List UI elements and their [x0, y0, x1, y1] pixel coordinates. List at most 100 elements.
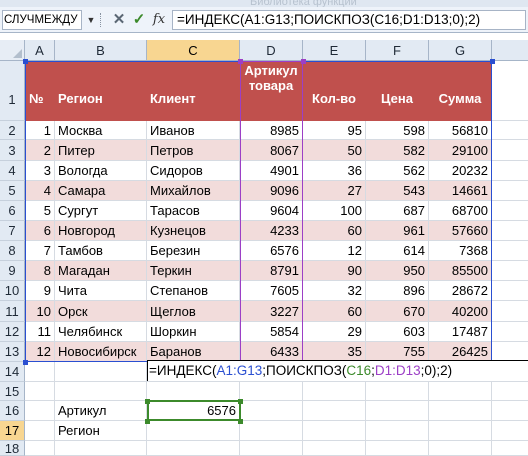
cell[interactable]: [429, 401, 492, 421]
cell[interactable]: [429, 382, 492, 401]
cell[interactable]: [25, 362, 55, 382]
header-region[interactable]: Регион: [55, 61, 147, 121]
table-cell-d9[interactable]: 8791: [240, 261, 303, 281]
cell[interactable]: [303, 382, 366, 401]
table-cell-a9[interactable]: 8: [25, 261, 55, 281]
table-cell-d5[interactable]: 9096: [240, 181, 303, 201]
table-cell-b7[interactable]: Новгород: [55, 221, 147, 241]
table-cell-e10[interactable]: 32: [303, 281, 366, 301]
table-cell-c6[interactable]: Тарасов: [147, 201, 240, 221]
cell[interactable]: [366, 401, 429, 421]
column-header-d[interactable]: D: [240, 40, 303, 61]
cell[interactable]: [240, 382, 303, 401]
cell[interactable]: [303, 441, 366, 456]
header-sum[interactable]: Сумма: [429, 61, 492, 121]
cell[interactable]: [240, 401, 303, 421]
cell[interactable]: [492, 201, 528, 221]
header-client[interactable]: Клиент: [147, 61, 240, 121]
cell[interactable]: [55, 441, 147, 456]
cell[interactable]: [492, 322, 528, 342]
insert-function-button[interactable]: fx: [150, 11, 168, 29]
row-header-5[interactable]: 5: [0, 181, 25, 201]
table-cell-f11[interactable]: 670: [366, 301, 429, 322]
cell[interactable]: [429, 421, 492, 441]
row-header-7[interactable]: 7: [0, 221, 25, 241]
row-header-12[interactable]: 12: [0, 322, 25, 342]
column-header-b[interactable]: B: [55, 40, 147, 61]
cell[interactable]: [55, 362, 147, 382]
row-header-10[interactable]: 10: [0, 281, 25, 301]
select-all-button[interactable]: [0, 40, 25, 61]
cell[interactable]: [25, 401, 55, 421]
table-cell-a8[interactable]: 7: [25, 241, 55, 261]
table-cell-g5[interactable]: 14661: [429, 181, 492, 201]
column-header-f[interactable]: F: [366, 40, 429, 61]
table-cell-f8[interactable]: 614: [366, 241, 429, 261]
header-price[interactable]: Цена: [366, 61, 429, 121]
table-cell-a6[interactable]: 5: [25, 201, 55, 221]
cell[interactable]: [25, 421, 55, 441]
cell[interactable]: [147, 421, 240, 441]
table-cell-e5[interactable]: 27: [303, 181, 366, 201]
cell[interactable]: [25, 441, 55, 456]
row-header-1[interactable]: 1: [0, 61, 25, 121]
header-article[interactable]: Артикул товара: [240, 61, 303, 121]
cancel-icon[interactable]: ✕: [110, 11, 128, 29]
cell[interactable]: [366, 382, 429, 401]
table-cell-e4[interactable]: 36: [303, 161, 366, 181]
table-cell-g7[interactable]: 57660: [429, 221, 492, 241]
table-cell-c4[interactable]: Сидоров: [147, 161, 240, 181]
table-cell-b8[interactable]: Тамбов: [55, 241, 147, 261]
name-box[interactable]: СЛУЧМЕЖДУ: [2, 10, 82, 30]
cell[interactable]: [429, 441, 492, 456]
table-cell-a13[interactable]: 12: [25, 342, 55, 362]
table-cell-a3[interactable]: 2: [25, 140, 55, 161]
table-cell-b9[interactable]: Магадан: [55, 261, 147, 281]
table-cell-b12[interactable]: Челябинск: [55, 322, 147, 342]
column-header-c[interactable]: C: [147, 40, 240, 61]
cell[interactable]: [492, 221, 528, 241]
table-cell-c2[interactable]: Иванов: [147, 121, 240, 140]
table-cell-f7[interactable]: 961: [366, 221, 429, 241]
row-header-2[interactable]: 2: [0, 121, 25, 140]
table-cell-g2[interactable]: 56810: [429, 121, 492, 140]
table-cell-c3[interactable]: Петров: [147, 140, 240, 161]
cell[interactable]: [240, 421, 303, 441]
cell[interactable]: [492, 421, 528, 441]
enter-icon[interactable]: ✓: [130, 11, 148, 29]
table-cell-e6[interactable]: 100: [303, 201, 366, 221]
table-cell-d2[interactable]: 8985: [240, 121, 303, 140]
table-cell-c12[interactable]: Шоркин: [147, 322, 240, 342]
cell[interactable]: [492, 140, 528, 161]
table-cell-a2[interactable]: 1: [25, 121, 55, 140]
cell[interactable]: [147, 382, 240, 401]
table-cell-e11[interactable]: 60: [303, 301, 366, 322]
row-header-4[interactable]: 4: [0, 161, 25, 181]
table-cell-d11[interactable]: 3227: [240, 301, 303, 322]
cell[interactable]: [492, 161, 528, 181]
row-header-9[interactable]: 9: [0, 261, 25, 281]
table-cell-a11[interactable]: 10: [25, 301, 55, 322]
column-header-g[interactable]: G: [429, 40, 492, 61]
name-box-dropdown-icon[interactable]: ▼: [84, 12, 98, 28]
table-cell-g13[interactable]: 26425: [429, 342, 492, 362]
row-header-14[interactable]: 14: [0, 362, 25, 382]
table-cell-f3[interactable]: 582: [366, 140, 429, 161]
cell[interactable]: [492, 261, 528, 281]
cell[interactable]: [492, 382, 528, 401]
column-header-a[interactable]: A: [25, 40, 55, 61]
table-cell-g3[interactable]: 29100: [429, 140, 492, 161]
table-cell-f4[interactable]: 562: [366, 161, 429, 181]
cell[interactable]: [147, 441, 240, 456]
table-cell-g8[interactable]: 7368: [429, 241, 492, 261]
table-cell-c5[interactable]: Михайлов: [147, 181, 240, 201]
cell[interactable]: [492, 401, 528, 421]
header-qty[interactable]: Кол-во: [303, 61, 366, 121]
row-header-8[interactable]: 8: [0, 241, 25, 261]
table-cell-a10[interactable]: 9: [25, 281, 55, 301]
cell[interactable]: [366, 441, 429, 456]
table-cell-b10[interactable]: Чита: [55, 281, 147, 301]
cell[interactable]: [366, 421, 429, 441]
table-cell-f12[interactable]: 603: [366, 322, 429, 342]
table-cell-c7[interactable]: Кузнецов: [147, 221, 240, 241]
